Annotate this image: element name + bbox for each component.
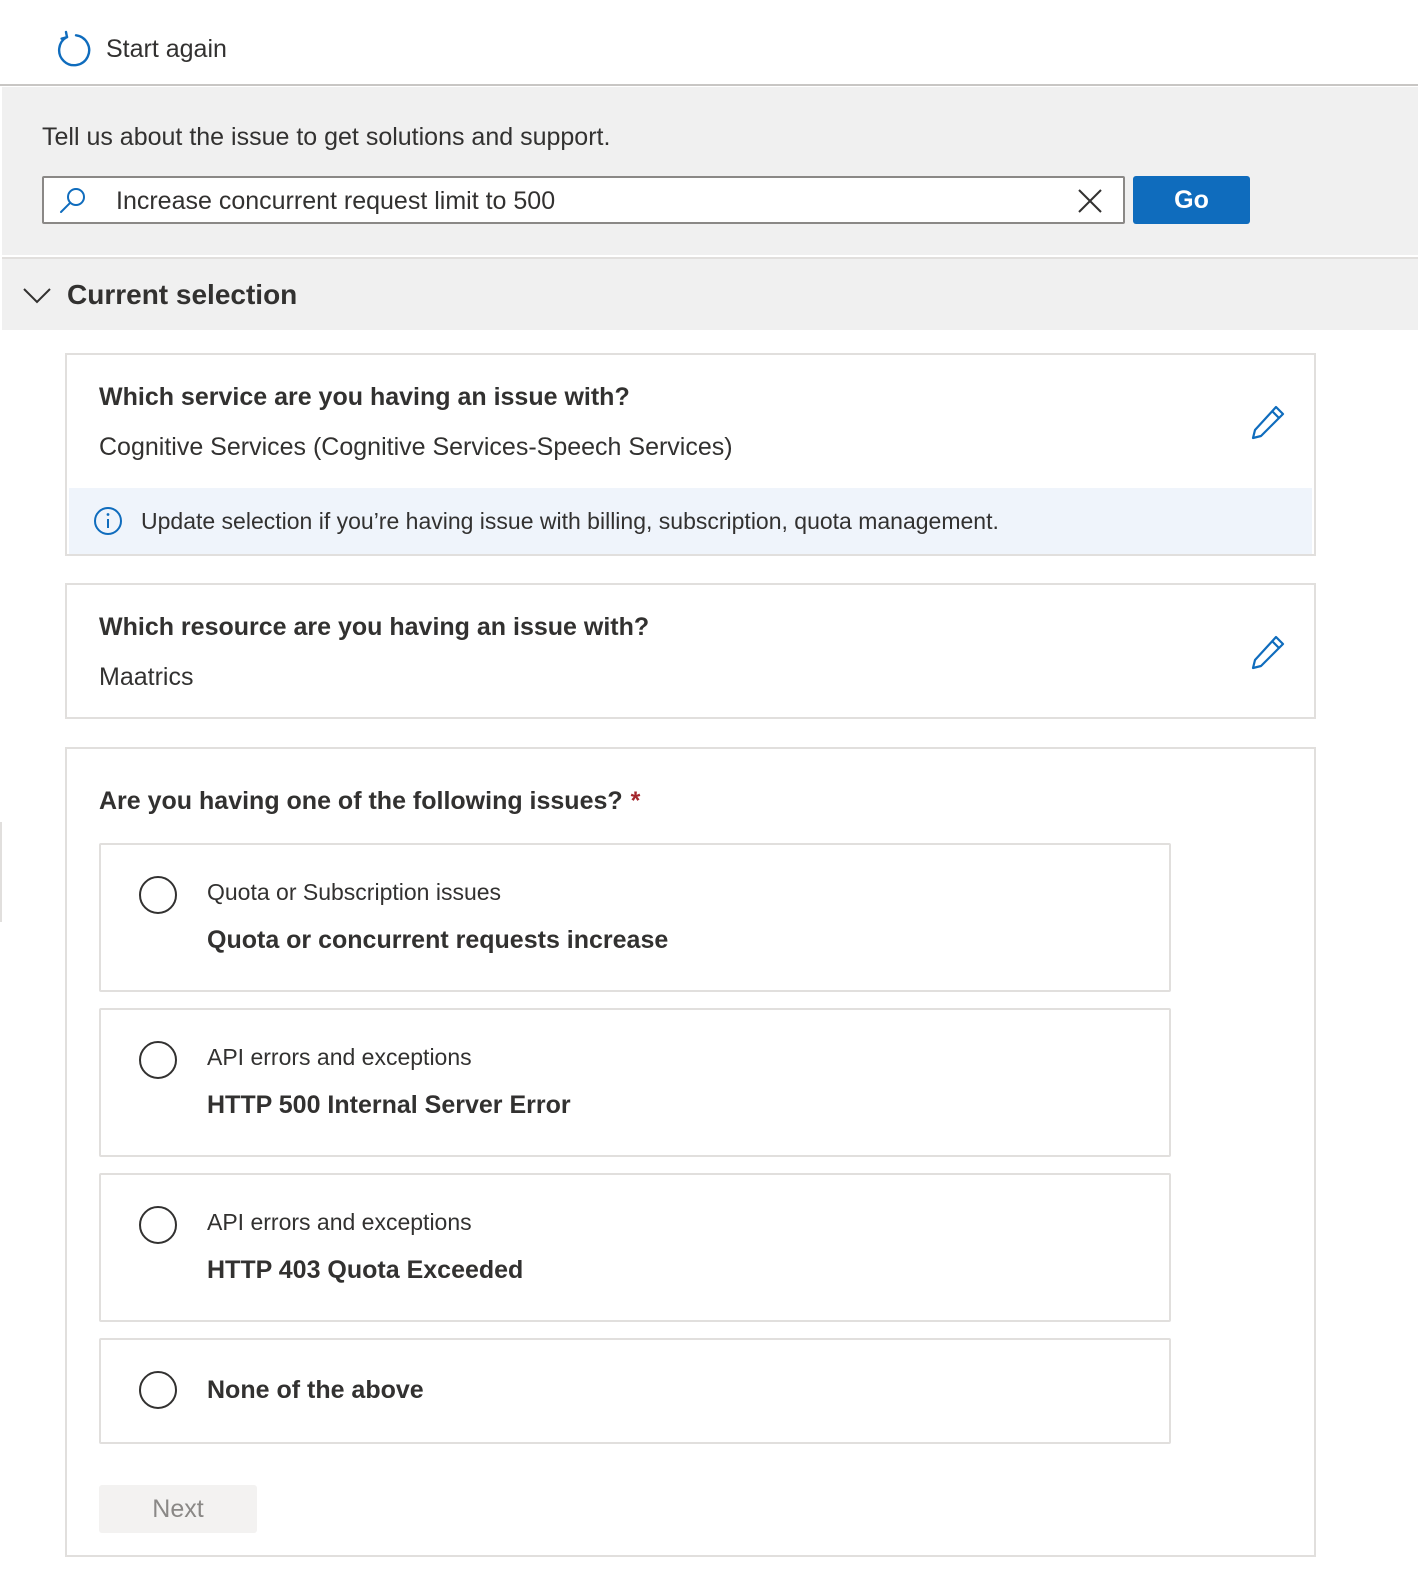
issue-option-label: HTTP 500 Internal Server Error (207, 1091, 571, 1119)
service-question: Which service are you having an issue wi… (99, 383, 630, 411)
issue-option-category: API errors and exceptions (207, 1209, 472, 1235)
issue-option-label: Quota or concurrent requests increase (207, 926, 669, 954)
issues-card: Are you having one of the following issu… (65, 747, 1316, 1557)
issue-option-category: API errors and exceptions (207, 1044, 472, 1070)
required-marker: * (630, 787, 641, 815)
info-icon (94, 507, 122, 535)
radio-button[interactable] (139, 876, 177, 914)
radio-button[interactable] (139, 1041, 177, 1079)
service-answer: Cognitive Services (Cognitive Services-S… (99, 433, 733, 461)
current-selection-header[interactable]: Current selection (2, 257, 1418, 330)
issue-option[interactable]: Quota or Subscription issues Quota or co… (99, 843, 1171, 992)
start-again-button[interactable]: Start again (54, 28, 227, 70)
issue-option-label: None of the above (207, 1376, 424, 1404)
next-button[interactable]: Next (99, 1485, 257, 1533)
edit-pencil-icon[interactable] (1249, 403, 1287, 441)
issue-option-label: HTTP 403 Quota Exceeded (207, 1256, 524, 1284)
info-message-bar: Update selection if you’re having issue … (69, 488, 1312, 554)
search-panel: Tell us about the issue to get solutions… (2, 87, 1418, 255)
radio-button[interactable] (139, 1206, 177, 1244)
resource-question: Which resource are you having an issue w… (99, 613, 650, 641)
search-input[interactable]: Increase concurrent request limit to 500 (42, 176, 1125, 224)
divider (0, 822, 2, 922)
search-prompt: Tell us about the issue to get solutions… (42, 123, 611, 151)
current-selection-title: Current selection (67, 279, 298, 310)
refresh-icon (57, 30, 91, 67)
chevron-down-icon[interactable] (22, 283, 52, 307)
go-button[interactable]: Go (1133, 176, 1250, 224)
issues-question-text: Are you having one of the following issu… (99, 787, 623, 815)
start-again-label: Start again (106, 34, 227, 63)
resource-answer: Maatrics (99, 663, 194, 691)
search-icon (60, 188, 85, 213)
close-icon[interactable] (1075, 186, 1105, 216)
service-selection-card: Which service are you having an issue wi… (65, 353, 1316, 556)
resource-selection-card: Which resource are you having an issue w… (65, 583, 1316, 719)
radio-button[interactable] (139, 1371, 177, 1409)
issues-question: Are you having one of the following issu… (99, 787, 640, 816)
search-input-value[interactable]: Increase concurrent request limit to 500 (116, 187, 555, 216)
info-message-text: Update selection if you’re having issue … (141, 508, 999, 534)
issue-option-category: Quota or Subscription issues (207, 879, 502, 905)
issue-option[interactable]: API errors and exceptions HTTP 500 Inter… (99, 1008, 1171, 1157)
top-bar: Start again (0, 0, 1418, 86)
issue-option[interactable]: None of the above (99, 1338, 1171, 1444)
issue-option[interactable]: API errors and exceptions HTTP 403 Quota… (99, 1173, 1171, 1322)
edit-pencil-icon[interactable] (1249, 633, 1287, 671)
